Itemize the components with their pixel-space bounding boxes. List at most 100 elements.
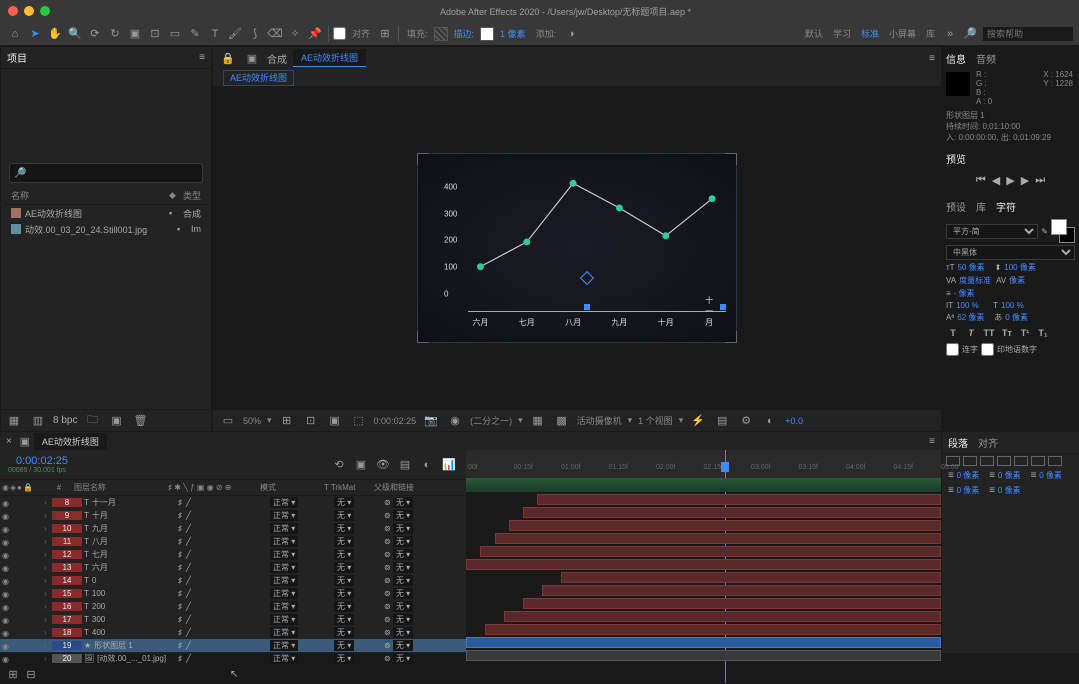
justify-all-icon[interactable]: [1048, 456, 1062, 466]
orbit-tool-icon[interactable]: ⟳: [86, 25, 104, 43]
clone-tool-icon[interactable]: ⟆: [246, 25, 264, 43]
lock-icon[interactable]: 🔒: [219, 49, 237, 67]
font-size-input[interactable]: 50 像素: [958, 262, 992, 273]
justify-last-left-icon[interactable]: [997, 456, 1011, 466]
layer-bar[interactable]: [504, 611, 941, 622]
comp-flowchart-tab[interactable]: AE动效折线图: [223, 70, 294, 86]
new-folder-icon[interactable]: 🗀: [83, 412, 101, 430]
layer-bar[interactable]: [542, 585, 941, 596]
search-icon[interactable]: 🔎: [961, 25, 979, 43]
workspace-lib[interactable]: 库: [922, 27, 939, 40]
baseline-input[interactable]: 62 像素: [957, 312, 991, 323]
vscale-input[interactable]: 100 %: [956, 301, 990, 310]
space-after[interactable]: 0 像素: [998, 486, 1021, 495]
hindi-checkbox[interactable]: [981, 343, 994, 356]
resolution-value[interactable]: (二分之一): [470, 414, 512, 427]
stroke-width-input[interactable]: - 像素: [954, 288, 988, 299]
layer-bar[interactable]: [480, 546, 941, 557]
timeline-tab[interactable]: AE动效折线图: [34, 433, 107, 450]
timeline-icon[interactable]: ▤: [713, 412, 731, 430]
hscale-input[interactable]: 100 %: [1001, 301, 1035, 310]
graph-editor-icon[interactable]: 📊: [440, 456, 458, 474]
timeline-layer-row[interactable]: ◉ › 11 T八月 ♯╱ 正常 ▾ 无 ▾ ⊚ 无 ▾: [0, 535, 466, 548]
project-col-type[interactable]: 类型: [183, 189, 201, 202]
frame-blend-icon[interactable]: ▤: [396, 456, 414, 474]
timeline-current-time[interactable]: 0:00:02:25: [8, 455, 76, 467]
project-search[interactable]: 🔎: [9, 163, 203, 183]
layer-bar[interactable]: [523, 507, 941, 518]
workspace-menu-icon[interactable]: »: [941, 25, 959, 43]
puppet-tool-icon[interactable]: 📌: [306, 25, 324, 43]
fill-swatch[interactable]: [434, 27, 448, 41]
stroke-swatch[interactable]: [480, 27, 494, 41]
paragraph-tab[interactable]: 段落: [948, 435, 968, 450]
reset-exposure-icon[interactable]: ◐: [761, 412, 779, 430]
library-tab[interactable]: 库: [976, 199, 986, 214]
type-tool-icon[interactable]: T: [206, 25, 224, 43]
project-col-name[interactable]: 名称: [11, 189, 169, 202]
composition-viewer[interactable]: 0100200300400六月七月八月九月十月十一月: [213, 86, 941, 409]
stroke-width[interactable]: 1 像素: [496, 27, 530, 40]
timeline-layer-row[interactable]: ◉ › 12 T七月 ♯╱ 正常 ▾ 无 ▾ ⊚ 无 ▾: [0, 548, 466, 561]
workspace-small[interactable]: 小屏幕: [885, 27, 920, 40]
align-right-icon[interactable]: [980, 456, 994, 466]
home-icon[interactable]: ⌂: [6, 25, 24, 43]
minimize-window-button[interactable]: [24, 6, 34, 16]
selection-handle[interactable]: [584, 304, 590, 310]
timeline-layer-row[interactable]: ◉ › 15 T100 ♯╱ 正常 ▾ 无 ▾ ⊚ 无 ▾: [0, 587, 466, 600]
snap-checkbox[interactable]: [333, 27, 346, 40]
col-parent[interactable]: 父级和链接: [374, 482, 434, 493]
shy-icon[interactable]: 👁: [374, 456, 392, 474]
pan-behind-tool-icon[interactable]: ⊡: [146, 25, 164, 43]
search-layers-icon[interactable]: ⟲: [330, 456, 348, 474]
faux-bold-button[interactable]: T: [946, 326, 960, 340]
rotate-tool-icon[interactable]: ↻: [106, 25, 124, 43]
interpret-footage-icon[interactable]: ▦: [5, 412, 23, 430]
smallcaps-button[interactable]: Tт: [1000, 326, 1014, 340]
workspace-standard[interactable]: 标准: [857, 27, 883, 40]
play-icon[interactable]: ▶: [1006, 174, 1014, 187]
preview-tab[interactable]: 预览: [946, 151, 966, 166]
timeline-layer-row[interactable]: ◉ › 10 T九月 ♯╱ 正常 ▾ 无 ▾ ⊚ 无 ▾: [0, 522, 466, 535]
zoom-value[interactable]: 50%: [243, 416, 261, 426]
selection-handle[interactable]: [720, 304, 726, 310]
grid-icon[interactable]: ⊞: [278, 412, 296, 430]
view-count[interactable]: 1 个视图: [638, 414, 673, 427]
first-frame-icon[interactable]: ⏮: [976, 174, 986, 187]
prev-frame-icon[interactable]: ◀: [992, 174, 1000, 187]
eyedropper-icon[interactable]: ✎: [1041, 227, 1048, 236]
toggle-modes-icon[interactable]: ⊟: [22, 666, 40, 684]
region-icon[interactable]: ⬚: [350, 412, 368, 430]
workspace-default[interactable]: 默认: [801, 27, 827, 40]
project-item[interactable]: 动效.00_03_20_24.Still001.jpg▪Im: [5, 221, 207, 237]
panel-menu-icon[interactable]: ≡: [929, 53, 935, 64]
selection-tool-icon[interactable]: ➤: [26, 25, 44, 43]
allcaps-button[interactable]: TT: [982, 326, 996, 340]
fast-preview-icon[interactable]: ⚡: [689, 412, 707, 430]
ligature-checkbox[interactable]: [946, 343, 959, 356]
tracking-input[interactable]: 像素: [1009, 275, 1043, 286]
layer-bar[interactable]: [466, 559, 941, 570]
layer-bar[interactable]: [537, 494, 941, 505]
composition-canvas[interactable]: 0100200300400六月七月八月九月十月十一月: [417, 153, 737, 343]
superscript-button[interactable]: T¹: [1018, 326, 1032, 340]
indent-first[interactable]: 0 像素: [998, 471, 1021, 480]
timeline-layer-row[interactable]: ◉ › 8 T十一月 ♯╱ 正常 ▾ 无 ▾ ⊚ 无 ▾: [0, 496, 466, 509]
audio-tab[interactable]: 音频: [976, 51, 996, 66]
indent-right[interactable]: 0 像素: [1039, 471, 1062, 480]
mask-icon[interactable]: ▣: [326, 412, 344, 430]
timeline-layer-row[interactable]: ◉ › 19 ★形状图层 1 ♯╱ 正常 ▾ 无 ▾ ⊚ 无 ▾: [0, 639, 466, 652]
brush-tool-icon[interactable]: 🖌: [226, 25, 244, 43]
add-menu-icon[interactable]: ◑: [562, 25, 580, 43]
panel-menu-icon[interactable]: ≡: [199, 52, 205, 63]
layer-bar[interactable]: [495, 533, 942, 544]
faux-italic-button[interactable]: T: [964, 326, 978, 340]
eraser-tool-icon[interactable]: ⌫: [266, 25, 284, 43]
justify-last-right-icon[interactable]: [1031, 456, 1045, 466]
character-tab[interactable]: 字符: [996, 199, 1016, 214]
layer-bar[interactable]: [485, 624, 941, 635]
hand-tool-icon[interactable]: ✋: [46, 25, 64, 43]
timeline-layer-row[interactable]: ◉ › 14 T0 ♯╱ 正常 ▾ 无 ▾ ⊚ 无 ▾: [0, 574, 466, 587]
comp-mini-icon[interactable]: ▣: [352, 456, 370, 474]
layer-bar[interactable]: [466, 637, 941, 648]
